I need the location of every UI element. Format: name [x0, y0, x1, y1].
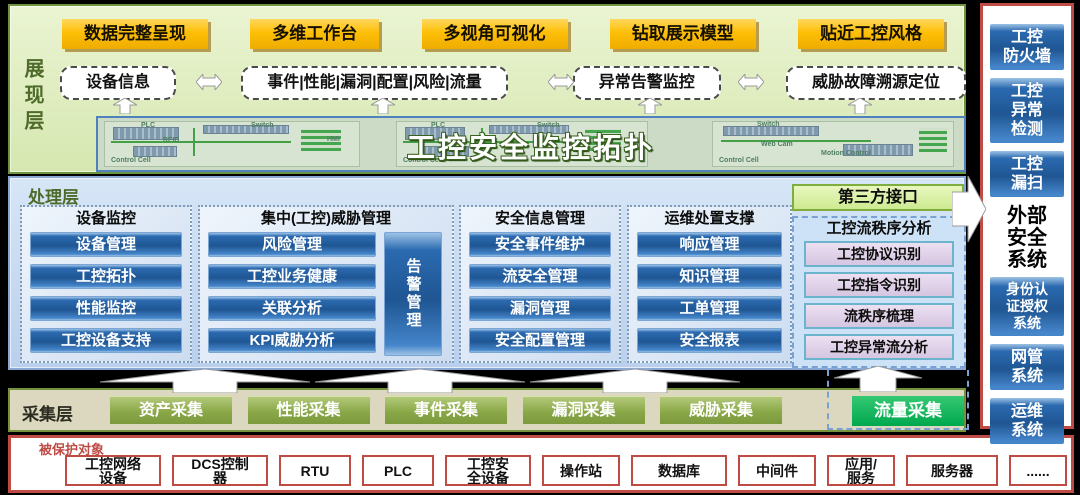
collection-layer-panel: 采集层 资产采集性能采集事件采集漏洞采集威胁采集 流量采集 — [8, 388, 966, 432]
flow-analysis-module: 工控协议识别 — [804, 241, 954, 267]
feature-button: 数据完整呈现 — [62, 19, 208, 49]
group-title: 集中(工控)威胁管理 — [200, 207, 452, 230]
protected-objects-panel: 被保护对象 工控网络 设备DCS控制 器RTUPLC工控安 全设备操作站数据库中… — [8, 435, 1074, 493]
protected-asset: 数据库 — [631, 455, 727, 486]
process-module: 工控设备支持 — [30, 328, 182, 353]
process-module: 流安全管理 — [469, 264, 611, 289]
group-title: 设备监控 — [22, 207, 190, 230]
protected-asset: DCS控制 器 — [172, 455, 268, 486]
feature-button: 贴近工控风格 — [798, 19, 944, 49]
protected-asset: 应用/ 服务 — [827, 455, 895, 486]
architecture-diagram: 展现层 数据完整呈现多维工作台多视角可视化钻取展示模型贴近工控风格 设备信息事件… — [0, 0, 1080, 495]
protected-asset: 工控安 全设备 — [445, 455, 531, 486]
group-ops-support: 运维处置支撑 响应管理知识管理工单管理安全报表 — [627, 205, 792, 363]
external-system: 工控 防火墙 — [990, 24, 1064, 70]
process-module: 性能监控 — [30, 296, 182, 321]
flow-analysis-module: 流秩序梳理 — [804, 303, 954, 329]
process-module: 安全配置管理 — [469, 328, 611, 353]
protected-asset: 中间件 — [738, 455, 816, 486]
collect-module: 性能采集 — [248, 396, 370, 424]
group-device-monitoring: 设备监控 设备管理工控拓扑性能监控工控设备支持 — [20, 205, 192, 363]
external-systems-top: 工控 防火墙工控 异常 检测工控 漏扫 — [983, 24, 1071, 197]
feature-button: 钻取展示模型 — [610, 19, 756, 49]
collect-button-row: 资产采集性能采集事件采集漏洞采集威胁采集 — [110, 396, 782, 424]
process-module: 设备管理 — [30, 232, 182, 257]
topology-title: 工控安全监控拓扑 — [98, 126, 964, 166]
group-threat-management: 集中(工控)威胁管理 风险管理工控业务健康关联分析 KPI威胁分析 告警管理 — [198, 205, 454, 363]
info-box: 威胁故障溯源定位 — [786, 66, 966, 100]
collect-module: 资产采集 — [110, 396, 232, 424]
feature-button: 多维工作台 — [250, 19, 379, 49]
external-system: 网管 系统 — [990, 344, 1064, 390]
flow-order-analysis-panel: 工控流秩序分析 工控协议识别工控指令识别流秩序梳理工控异常流分析 — [792, 216, 966, 368]
external-system: 工控 异常 检测 — [990, 78, 1064, 143]
collect-module: 事件采集 — [385, 396, 507, 424]
collect-module: 威胁采集 — [660, 396, 782, 424]
external-systems-panel: 工控 防火墙工控 异常 检测工控 漏扫 外部 安全 系统 身份认 证授权 系统网… — [980, 3, 1074, 429]
process-module: 响应管理 — [637, 232, 782, 257]
protected-asset: 工控网络 设备 — [65, 455, 161, 486]
process-module: 安全事件维护 — [469, 232, 611, 257]
processing-layer-panel: 处理层 设备监控 设备管理工控拓扑性能监控工控设备支持 集中(工控)威胁管理 风… — [8, 176, 966, 370]
info-box: 事件|性能|漏洞|配置|风险|流量 — [241, 66, 507, 100]
protected-asset: 操作站 — [542, 455, 620, 486]
process-module: 工单管理 — [637, 296, 782, 321]
group-title: 运维处置支撑 — [629, 207, 790, 230]
external-system: 运维 系统 — [990, 398, 1064, 444]
group-title: 安全信息管理 — [461, 207, 619, 230]
process-module: 漏洞管理 — [469, 296, 611, 321]
process-module: 知识管理 — [637, 264, 782, 289]
protected-asset: PLC — [362, 455, 434, 486]
external-system: 身份认 证授权 系统 — [990, 277, 1064, 336]
external-system: 工控 漏扫 — [990, 151, 1064, 197]
feature-button: 多视角可视化 — [422, 19, 568, 49]
group-security-info-management: 安全信息管理 安全事件维护流安全管理漏洞管理安全配置管理 — [459, 205, 621, 363]
process-module: 工控拓扑 — [30, 264, 182, 289]
third-party-interface: 第三方接口 — [792, 184, 964, 211]
info-box: 设备信息 — [60, 66, 176, 100]
protected-asset: ...... — [1009, 455, 1067, 486]
flow-analysis-module: 工控指令识别 — [804, 272, 954, 298]
process-module: 关联分析 — [208, 296, 376, 321]
external-systems-bottom: 身份认 证授权 系统网管 系统运维 系统 — [983, 277, 1071, 444]
protected-asset: RTU — [279, 455, 351, 486]
flow-collect-module: 流量采集 — [852, 396, 964, 426]
collect-module: 漏洞采集 — [523, 396, 645, 424]
process-module: 安全报表 — [637, 328, 782, 353]
external-systems-title: 外部 安全 系统 — [983, 205, 1071, 271]
protected-asset: 服务器 — [906, 455, 998, 486]
presentation-layer-label: 展现层 — [18, 58, 47, 136]
alert-management-module: 告警管理 — [384, 232, 442, 356]
presentation-layer-panel: 展现层 数据完整呈现 多维工作台 多视角可视化 钻取展示模型 贴近工控风格 设备信息 事件… — [8, 4, 966, 174]
flow-analysis-module: 工控异常流分析 — [804, 334, 954, 360]
process-module: KPI威胁分析 — [208, 328, 376, 353]
process-module: 风险管理 — [208, 232, 376, 257]
protected-objects-row: 工控网络 设备 DCS控制 器 RTU PLC 工控安 全设备操作站数据库中间件应用/ … — [65, 455, 1067, 486]
info-box: 异常告警监控 — [573, 66, 721, 100]
info-box-row: 设备信息 事件|性能|漏洞|配置|风险|流量 异常告警监控 威胁故障溯源定位 — [60, 66, 966, 100]
flow-panel-title: 工控流秩序分析 — [794, 218, 964, 240]
collection-layer-label: 采集层 — [22, 400, 73, 425]
process-module: 工控业务健康 — [208, 264, 376, 289]
feature-button-row: 数据完整呈现 多维工作台 多视角可视化 钻取展示模型 贴近工控风格 — [62, 19, 944, 49]
topology-image: PLC Switch HMI RFID Control Cell PLC Swi… — [96, 116, 966, 172]
